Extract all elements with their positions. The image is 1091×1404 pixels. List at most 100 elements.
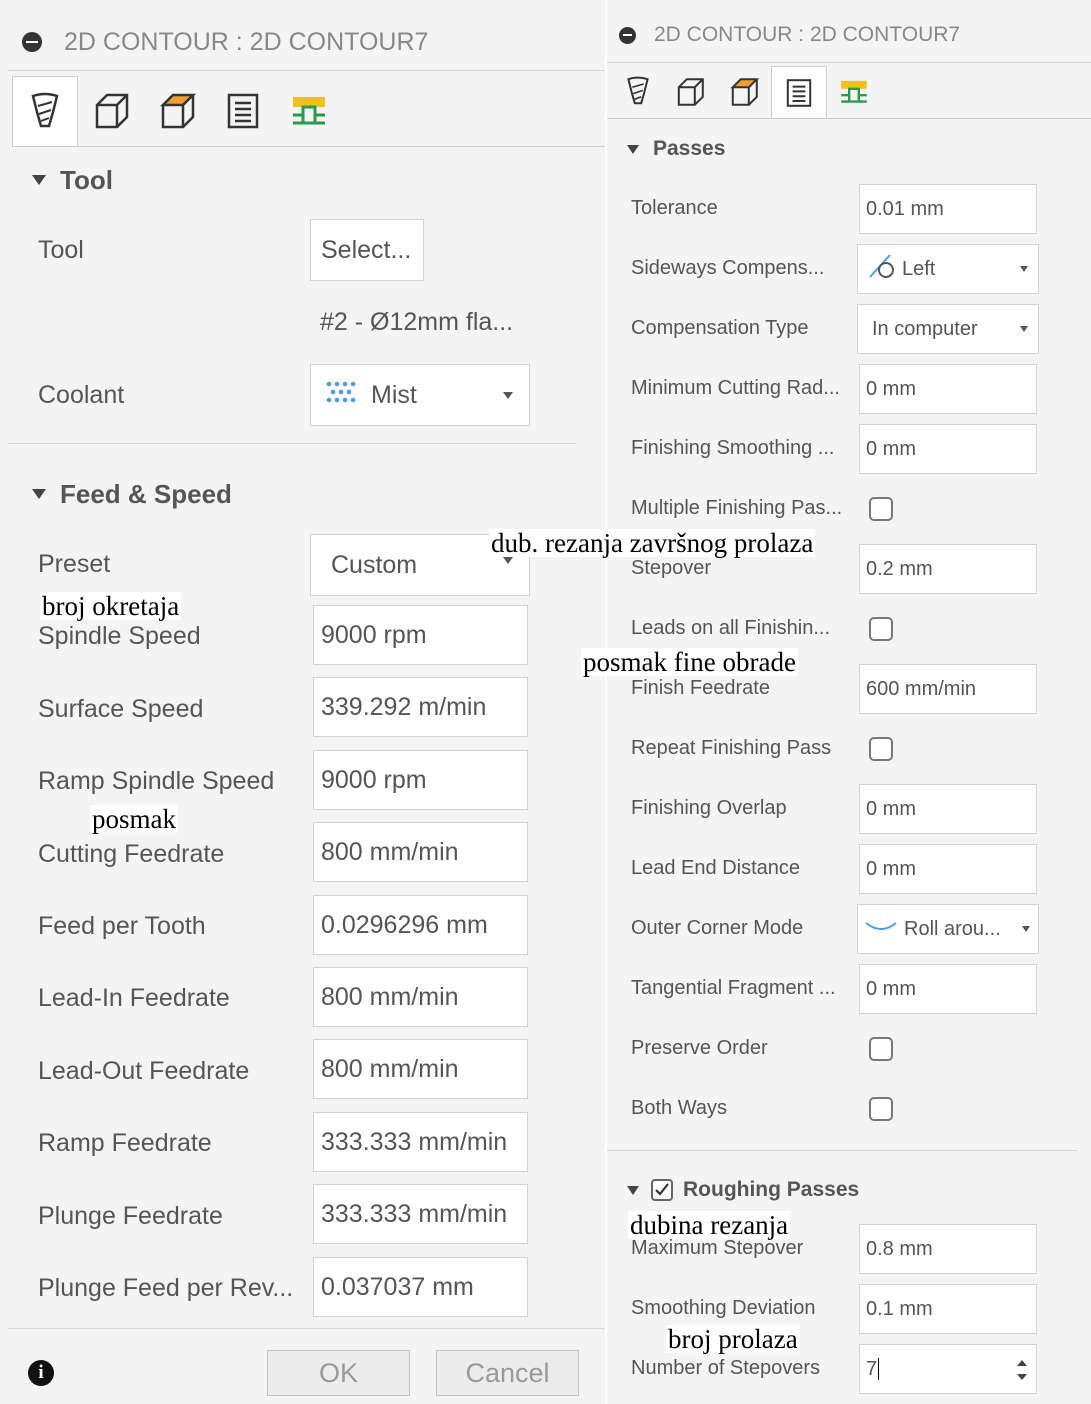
coolant-label: Coolant: [38, 381, 125, 409]
tab-passes[interactable]: [210, 76, 276, 146]
tool-label: Tool: [38, 236, 84, 264]
feed-speed-section-header[interactable]: Feed & Speed: [32, 476, 232, 512]
feed-per-tooth-input[interactable]: 0.0296296 mm: [313, 895, 528, 955]
tab-tool[interactable]: [613, 66, 663, 118]
tab-tool[interactable]: [12, 76, 78, 146]
tab-linking[interactable]: [276, 76, 342, 146]
smoothing-deviation-input[interactable]: 0.1 mm: [859, 1284, 1037, 1334]
sideways-compensation-dropdown[interactable]: Left: [857, 244, 1039, 294]
info-icon[interactable]: i: [28, 1360, 54, 1386]
surface-speed-input[interactable]: 339.292 m/min: [313, 677, 528, 737]
plunge-feed-per-rev-label: Plunge Feed per Rev...: [38, 1274, 294, 1302]
lead-in-feedrate-input[interactable]: 800 mm/min: [313, 967, 528, 1027]
right-title: 2D CONTOUR : 2D CONTOUR7: [654, 23, 961, 46]
spindle-speed-input[interactable]: 9000 rpm: [313, 605, 528, 665]
plunge-feedrate-input[interactable]: 333.333 mm/min: [313, 1184, 528, 1244]
tangential-fragment-label: Tangential Fragment ...: [631, 977, 836, 999]
passes-section-title: Passes: [653, 137, 726, 160]
maximum-stepover-input[interactable]: 0.8 mm: [859, 1224, 1037, 1274]
tolerance-label: Tolerance: [631, 197, 718, 219]
chevron-down-icon: [503, 391, 513, 399]
lead-out-feedrate-input[interactable]: 800 mm/min: [313, 1039, 528, 1099]
finishing-overlap-label: Finishing Overlap: [631, 797, 787, 819]
ok-button[interactable]: OK: [267, 1350, 410, 1396]
cancel-button[interactable]: Cancel: [436, 1350, 579, 1396]
outer-corner-mode-value: Roll arou...: [904, 917, 1001, 940]
cutting-feedrate-input[interactable]: 800 mm/min: [313, 822, 528, 882]
minimum-cutting-radius-label: Minimum Cutting Rad...: [631, 377, 840, 399]
collapse-icon[interactable]: [22, 32, 42, 52]
surface-speed-label: Surface Speed: [38, 695, 204, 723]
chevron-down-icon: [1022, 926, 1030, 932]
preserve-order-checkbox[interactable]: [869, 1037, 893, 1061]
tab-heights[interactable]: [144, 76, 210, 146]
geometry-icon: [91, 91, 131, 131]
minimum-cutting-radius-input[interactable]: 0 mm: [859, 364, 1037, 414]
finish-feedrate-input[interactable]: 600 mm/min: [859, 664, 1037, 714]
collapse-icon[interactable]: [619, 26, 636, 44]
tab-geometry[interactable]: [663, 66, 717, 118]
lead-out-feedrate-label: Lead-Out Feedrate: [38, 1057, 250, 1085]
spindle-speed-label: Spindle Speed: [38, 622, 201, 650]
number-of-stepovers-input[interactable]: 7: [859, 1344, 1037, 1394]
repeat-finishing-pass-checkbox[interactable]: [869, 737, 893, 761]
leads-on-all-finishing-checkbox[interactable]: [869, 617, 893, 641]
both-ways-label: Both Ways: [631, 1097, 727, 1119]
collapse-triangle-icon: [32, 489, 46, 499]
finishing-overlap-input[interactable]: 0 mm: [859, 784, 1037, 834]
plunge-feed-per-rev-input[interactable]: 0.037037 mm: [313, 1257, 528, 1317]
annotation-cutting: posmak: [90, 804, 178, 834]
tool-icon: [30, 92, 60, 132]
finishing-smoothing-input[interactable]: 0 mm: [859, 424, 1037, 474]
multiple-finishing-passes-label: Multiple Finishing Pas...: [631, 497, 843, 519]
preserve-order-label: Preserve Order: [631, 1037, 768, 1059]
coolant-dropdown[interactable]: Mist: [310, 364, 530, 426]
roughing-passes-section-header[interactable]: Roughing Passes: [627, 1175, 859, 1205]
roughing-passes-checkbox[interactable]: [651, 1179, 673, 1201]
tool-icon: [626, 76, 650, 108]
right-tab-bar: [613, 66, 881, 118]
passes-section-header[interactable]: Passes: [627, 134, 725, 164]
mist-icon: [323, 379, 359, 412]
chevron-down-icon: [1020, 266, 1028, 272]
lead-end-distance-input[interactable]: 0 mm: [859, 844, 1037, 894]
outer-corner-mode-dropdown[interactable]: Roll arou...: [857, 904, 1039, 954]
stepper-arrows-icon[interactable]: [1016, 1357, 1028, 1383]
right-operation-panel: 2D CONTOUR : 2D CONTOUR7 Passes Toleranc…: [607, 0, 1091, 1404]
tool-name: #2 - Ø12mm fla...: [320, 308, 514, 336]
lead-in-feedrate-label: Lead-In Feedrate: [38, 984, 230, 1012]
compensation-type-value: In computer: [872, 317, 978, 340]
feed-speed-section-title: Feed & Speed: [60, 478, 232, 509]
chevron-down-icon: [503, 557, 513, 564]
multiple-finishing-passes-checkbox[interactable]: [869, 497, 893, 521]
passes-icon: [223, 91, 263, 131]
select-tool-button[interactable]: Select...: [310, 219, 424, 281]
number-of-stepovers-value: 7: [866, 1357, 878, 1380]
tab-passes[interactable]: [771, 66, 827, 118]
outer-corner-mode-label: Outer Corner Mode: [631, 917, 804, 939]
plunge-feedrate-label: Plunge Feedrate: [38, 1202, 223, 1230]
ramp-spindle-speed-label: Ramp Spindle Speed: [38, 767, 275, 795]
tab-linking[interactable]: [827, 66, 881, 118]
tab-heights[interactable]: [717, 66, 771, 118]
compensation-type-dropdown[interactable]: In computer: [857, 304, 1039, 354]
stepover-input[interactable]: 0.2 mm: [859, 544, 1037, 594]
compensation-type-label: Compensation Type: [631, 317, 809, 339]
both-ways-checkbox[interactable]: [869, 1097, 893, 1121]
leads-on-all-finishing-label: Leads on all Finishin...: [631, 617, 831, 639]
annotation-max-stepover: dubina rezanja: [628, 1210, 791, 1240]
ramp-feedrate-label: Ramp Feedrate: [38, 1129, 212, 1157]
ramp-feedrate-input[interactable]: 333.333 mm/min: [313, 1112, 528, 1172]
sideways-compensation-label: Sideways Compens...: [631, 257, 825, 279]
tab-geometry[interactable]: [78, 76, 144, 146]
coolant-value: Mist: [371, 380, 417, 409]
linking-icon: [838, 76, 870, 108]
tool-section-header[interactable]: Tool: [32, 162, 113, 198]
annotation-stepover: dub. rezanja završnog prolaza: [489, 528, 816, 558]
sideways-compensation-value: Left: [902, 257, 936, 280]
linking-icon: [289, 91, 329, 131]
tangential-fragment-input[interactable]: 0 mm: [859, 964, 1037, 1014]
ramp-spindle-speed-input[interactable]: 9000 rpm: [313, 750, 528, 810]
tolerance-input[interactable]: 0.01 mm: [859, 184, 1037, 234]
roughing-passes-title: Roughing Passes: [683, 1178, 860, 1201]
